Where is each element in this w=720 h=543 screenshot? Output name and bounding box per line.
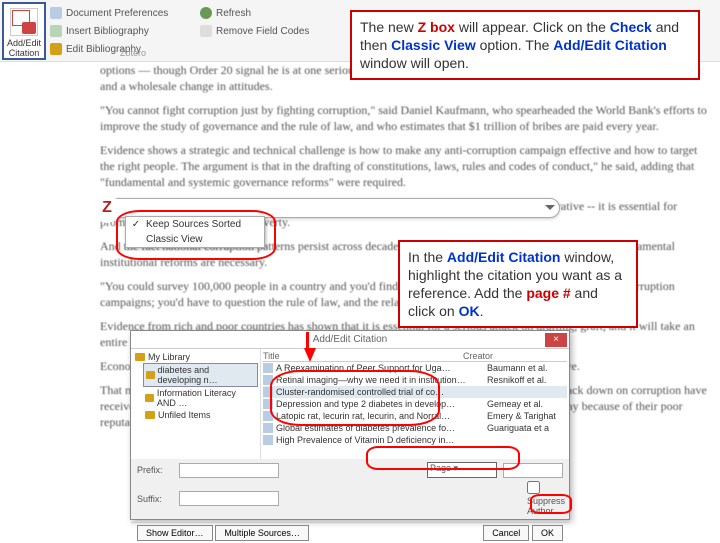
insert-bibliography-button[interactable]: Insert Bibliography	[50, 22, 168, 40]
arrow-down-icon	[304, 348, 316, 362]
page-locator-select[interactable]: Page ▾	[427, 462, 497, 478]
bibliography-icon	[50, 25, 62, 37]
edit-icon	[50, 43, 62, 55]
item-icon	[263, 363, 273, 373]
dialog-title-bar: Add/Edit Citation ×	[131, 331, 569, 349]
refresh-icon	[200, 7, 212, 19]
instruction-callout-1: The new Z box will appear. Click on the …	[350, 10, 700, 80]
z-icon: Z	[93, 195, 121, 223]
instruction-callout-2: In the Add/Edit Citation window, highlig…	[398, 240, 638, 328]
doc-prefs-button[interactable]: Document Preferences	[50, 4, 168, 22]
ok-button[interactable]: OK	[532, 525, 563, 541]
suppress-author-checkbox[interactable]: Suppress Author	[527, 481, 563, 516]
remove-codes-button[interactable]: Remove Field Codes	[200, 22, 309, 40]
citation-row[interactable]: Global estimates of diabetes prevalence …	[263, 422, 567, 434]
remove-icon	[200, 25, 212, 37]
add-edit-citation-dialog: Add/Edit Citation × My Library diabetes …	[130, 330, 570, 520]
citation-row[interactable]: Retinal imaging—why we need it in instit…	[263, 374, 567, 386]
tree-node[interactable]: diabetes and developing n…	[143, 363, 258, 387]
folder-icon	[145, 411, 155, 419]
col-creator: Creator	[463, 351, 493, 361]
suffix-input[interactable]	[179, 491, 279, 506]
edit-bibliography-button[interactable]: Edit Bibliography	[50, 40, 168, 58]
tree-root[interactable]: My Library	[133, 351, 258, 363]
close-button[interactable]: ×	[545, 333, 567, 347]
page-number-input[interactable]	[503, 463, 563, 478]
ribbon-group-label: Zotero	[120, 48, 146, 58]
dropdown-arrow-icon[interactable]	[545, 205, 555, 210]
suffix-label: Suffix:	[137, 494, 173, 504]
citation-row[interactable]: Latopic rat, lecurin rat, lecurin, and N…	[263, 410, 567, 422]
z-dropdown-menu: ✓Keep Sources Sorted Classic View	[125, 216, 265, 248]
col-title: Title	[263, 351, 463, 361]
prefix-input[interactable]	[179, 463, 279, 478]
zotero-quick-search-bar[interactable]: Z	[100, 198, 560, 218]
citation-row[interactable]: High Prevalence of Vitamin D deficiency …	[263, 434, 567, 446]
item-icon	[263, 435, 273, 445]
tree-node[interactable]: Information Literacy AND …	[143, 387, 258, 409]
library-tree[interactable]: My Library diabetes and developing n… In…	[131, 349, 261, 459]
citation-row[interactable]: Cluster-randomised controlled trial of c…	[263, 386, 567, 398]
folder-icon	[135, 353, 145, 361]
document-icon	[50, 7, 62, 19]
item-icon	[263, 411, 273, 421]
citation-btn-label: Add/Edit Citation	[4, 38, 44, 58]
folder-icon	[145, 394, 154, 402]
multiple-sources-button[interactable]: Multiple Sources…	[215, 525, 309, 541]
tree-node[interactable]: Unfiled Items	[143, 409, 258, 421]
add-edit-citation-button[interactable]: Add/Edit Citation	[2, 2, 46, 60]
item-icon	[263, 399, 273, 409]
item-icon	[263, 375, 273, 385]
folder-icon	[146, 371, 155, 379]
item-icon	[263, 423, 273, 433]
citation-row[interactable]: A Reexamination of Peer Support for Uga……	[263, 362, 567, 374]
zotero-citation-icon	[10, 8, 38, 36]
check-icon: ✓	[130, 219, 142, 230]
classic-view-option[interactable]: Classic View	[126, 232, 264, 247]
keep-sorted-option[interactable]: ✓Keep Sources Sorted	[126, 217, 264, 232]
citation-row[interactable]: Depression and type 2 diabetes in develo…	[263, 398, 567, 410]
cancel-button[interactable]: Cancel	[483, 525, 529, 541]
item-icon	[263, 387, 273, 397]
prefix-label: Prefix:	[137, 465, 173, 475]
citation-list[interactable]: TitleCreator A Reexamination of Peer Sup…	[261, 349, 569, 459]
show-editor-button[interactable]: Show Editor…	[137, 525, 213, 541]
refresh-button[interactable]: Refresh	[200, 4, 251, 22]
